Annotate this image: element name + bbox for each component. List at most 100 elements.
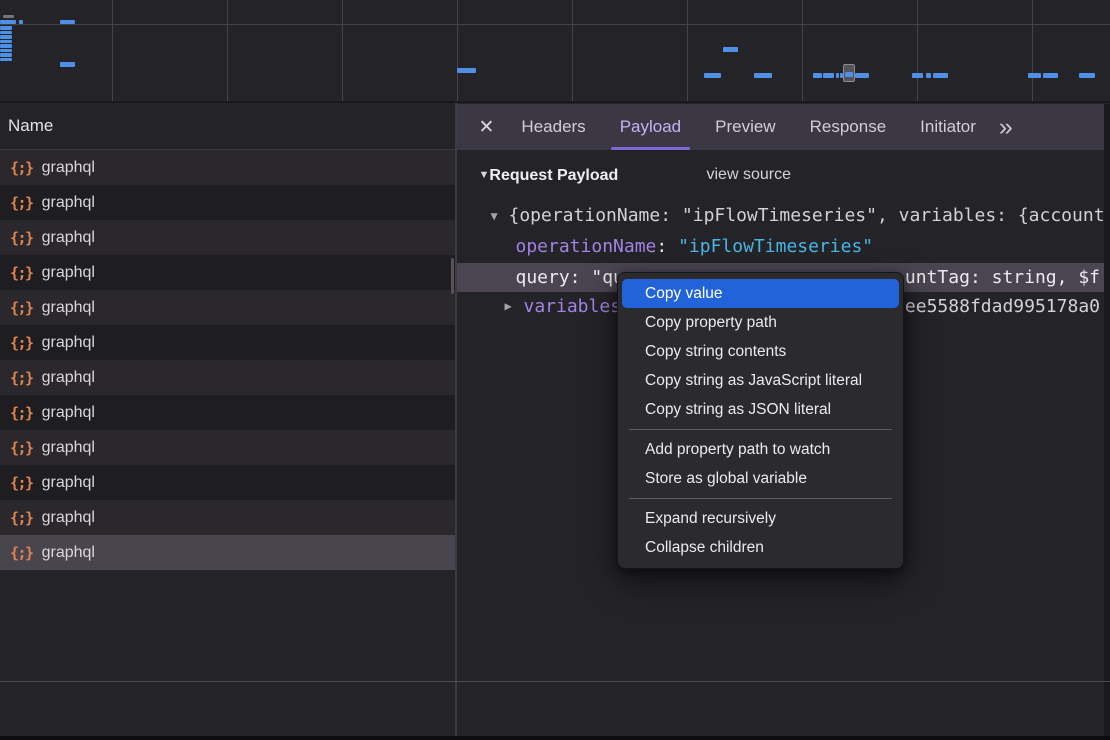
tab-initiator[interactable]: Initiator [920, 104, 976, 150]
menu-item-copy-value[interactable]: Copy value [622, 279, 899, 308]
network-activity-bar [0, 40, 12, 44]
request-name-label: graphql [42, 229, 95, 247]
menu-item-add-property-path-to-watch[interactable]: Add property path to watch [618, 435, 903, 464]
menu-item-copy-string-as-json-literal[interactable]: Copy string as JSON literal [618, 395, 903, 424]
grid-line [112, 0, 113, 101]
context-menu: Copy valueCopy property pathCopy string … [617, 272, 904, 569]
network-activity-bar [457, 68, 476, 73]
network-activity-bar [60, 62, 75, 67]
tab-response[interactable]: Response [810, 104, 887, 150]
menu-item-copy-string-contents[interactable]: Copy string contents [618, 337, 903, 366]
table-footer-divider [0, 681, 1110, 682]
json-request-icon: {;} [10, 404, 33, 422]
menu-separator [629, 429, 892, 430]
menu-item-store-as-global-variable[interactable]: Store as global variable [618, 464, 903, 493]
grid-line [572, 0, 573, 101]
query-text-right: untTag: string, $f [905, 263, 1100, 292]
network-activity-bar [0, 26, 12, 30]
details-tab-bar: ✕ Headers Payload Preview Response Initiator… [457, 104, 1110, 150]
network-activity-bar [754, 73, 772, 78]
query-text-left: query: "qu [516, 267, 624, 288]
view-source-link[interactable]: view source [707, 160, 791, 190]
tree-row-operation-name[interactable]: operationName: "ipFlowTimeseries" [457, 232, 1110, 262]
tab-preview[interactable]: Preview [715, 104, 775, 150]
tab-payload[interactable]: Payload [620, 104, 681, 150]
grid-line [342, 0, 343, 101]
network-activity-bar [836, 73, 839, 78]
network-activity-bar [0, 35, 12, 39]
json-request-icon: {;} [10, 439, 33, 457]
network-activity-bar [0, 20, 16, 24]
network-overview-timeline[interactable] [0, 0, 1110, 103]
network-request-row[interactable]: {;}graphql [0, 465, 455, 500]
network-request-row[interactable]: {;} graphql [0, 535, 455, 570]
json-request-icon: {;} [10, 509, 33, 527]
request-name-label: graphql [42, 404, 95, 422]
network-activity-bar [0, 53, 12, 57]
close-details-icon[interactable]: ✕ [479, 116, 495, 139]
grid-line [227, 0, 228, 101]
network-request-row[interactable]: {;} graphql [0, 500, 455, 535]
json-request-icon: {;} [10, 299, 33, 317]
network-activity-bar [19, 20, 23, 24]
requests-table: Name {;} graphql {;} graphql {;} graphql {;} gr… [0, 103, 455, 736]
network-activity-bar [912, 73, 923, 78]
menu-item-copy-property-path[interactable]: Copy property path [618, 308, 903, 337]
network-activity-bar [723, 47, 738, 52]
network-request-row[interactable]: {;} graphql [0, 430, 455, 465]
menu-item-collapse-children[interactable]: Collapse children [618, 533, 903, 562]
network-request-row[interactable]: {;}graphql [0, 185, 455, 220]
request-name-label: graphql [42, 439, 95, 457]
more-tabs-icon[interactable]: » [999, 107, 1011, 147]
network-request-row[interactable]: {;}graphql [0, 220, 455, 255]
tab-headers[interactable]: Headers [521, 104, 585, 150]
property-key: operationName [516, 236, 657, 257]
expand-triangle-icon[interactable]: ▶ [505, 292, 512, 321]
property-key: variables [524, 292, 622, 321]
window-bottom-edge [0, 736, 1110, 740]
network-request-row[interactable]: {;}graphql [0, 360, 455, 395]
network-activity-bar [813, 73, 822, 78]
request-payload-section-header[interactable]: ▼Request Payload [479, 160, 619, 190]
network-activity-bar [0, 58, 12, 62]
network-activity-bar [845, 72, 853, 77]
network-activity-bar [840, 73, 843, 78]
network-activity-bar [704, 73, 721, 78]
key-colon: : [656, 236, 667, 257]
variables-preview-right: ee5588fdad995178a0 [905, 292, 1100, 321]
tree-row-root-object[interactable]: ▼ {operationName: "ipFlowTimeseries", va… [457, 201, 1110, 231]
request-name-label: graphql [42, 299, 95, 317]
collapse-triangle-icon[interactable]: ▼ [491, 201, 498, 231]
menu-item-copy-string-as-javascript-literal[interactable]: Copy string as JavaScript literal [618, 366, 903, 395]
network-activity-bar [855, 73, 869, 78]
grid-line [687, 0, 688, 101]
requests-scrollbar-thumb[interactable] [451, 258, 454, 294]
network-request-row[interactable]: {;}graphql [0, 150, 455, 185]
network-activity-bar [926, 73, 931, 78]
json-request-icon: {;} [10, 194, 33, 212]
network-request-row[interactable]: {;}graphql [0, 325, 455, 360]
json-request-icon: {;} [10, 369, 33, 387]
section-collapse-icon[interactable]: ▼ [479, 169, 490, 181]
grid-line [802, 0, 803, 101]
request-name-label: graphql [42, 509, 95, 527]
network-activity-bar [60, 20, 75, 24]
grid-line [457, 0, 458, 101]
network-activity-bar [823, 73, 834, 78]
network-activity-bar [1043, 73, 1058, 78]
menu-separator [629, 498, 892, 499]
window-right-edge [1104, 104, 1110, 736]
json-request-icon: {;} [10, 544, 33, 562]
request-name-label: graphql [42, 264, 95, 282]
request-name-label: graphql [42, 544, 95, 562]
network-request-row[interactable]: {;}graphql [0, 255, 455, 290]
network-request-row[interactable]: {;} graphql [0, 395, 455, 430]
json-request-icon: {;} [10, 334, 33, 352]
tabs-container: Headers Payload Preview Response Initiator [504, 104, 992, 150]
menu-item-expand-recursively[interactable]: Expand recursively [618, 504, 903, 533]
network-activity-bar [0, 44, 12, 48]
network-request-row[interactable]: {;} graphql [0, 290, 455, 325]
panel-divider[interactable] [455, 103, 457, 736]
name-column-label: Name [8, 116, 53, 135]
name-column-header[interactable]: Name [0, 103, 455, 150]
